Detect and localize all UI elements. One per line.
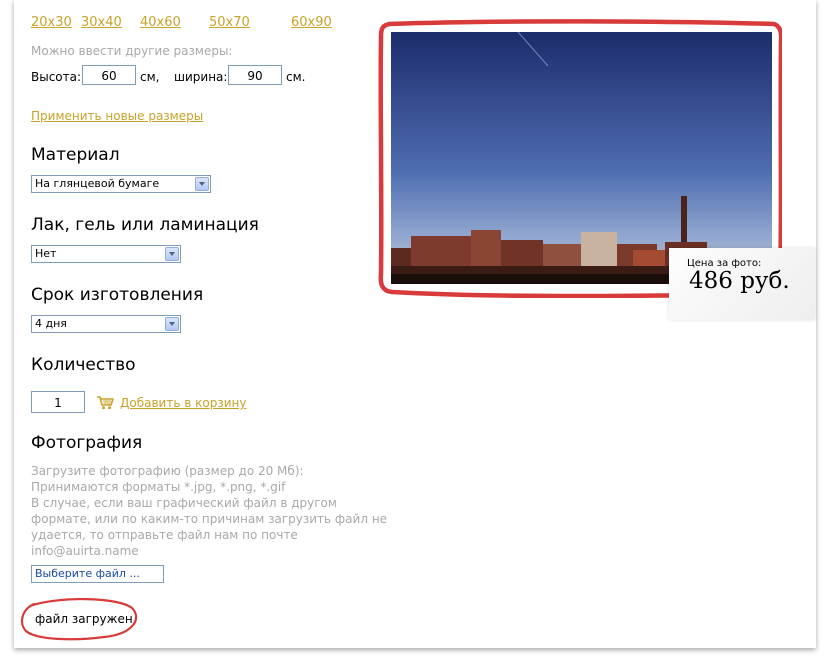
height-unit: см, — [140, 70, 160, 84]
chevron-down-icon — [195, 177, 209, 191]
height-input[interactable]: 60 — [82, 65, 136, 85]
choose-file-button[interactable]: Выберите файл ... — [31, 565, 164, 583]
photo-title: Фотография — [31, 433, 143, 453]
size-option-20x30[interactable]: 20x30 — [31, 15, 72, 30]
material-select-value: На глянцевой бумаге — [35, 177, 160, 190]
upload-info-line: Принимаются форматы *.jpg, *.png, *.gif — [31, 480, 286, 494]
width-unit: см. — [286, 70, 306, 84]
custom-size-hint: Можно ввести другие размеры: — [31, 44, 233, 58]
upload-info-line: В случае, если ваш графический файл в др… — [31, 496, 337, 510]
apply-sizes-link[interactable]: Применить новые размеры — [31, 109, 203, 123]
upload-status-text: файл загружен — [35, 612, 133, 626]
width-input[interactable]: 90 — [228, 65, 282, 85]
size-option-30x40[interactable]: 30x40 — [81, 15, 122, 30]
coating-select-value: Нет — [35, 247, 57, 260]
add-to-cart-link[interactable]: Добавить в корзину — [120, 396, 246, 410]
width-label: ширина: — [174, 70, 228, 84]
upload-info-line: удается, то отправьте файл нам по почте — [31, 528, 298, 542]
price-tag: Цена за фото: 486 руб. — [669, 248, 815, 320]
height-label: Высота: — [31, 70, 82, 84]
coating-title: Лак, гель или ламинация — [31, 215, 259, 235]
material-select[interactable]: На глянцевой бумаге — [31, 175, 211, 193]
deadline-select-value: 4 дня — [35, 317, 67, 330]
quantity-title: Количество — [31, 355, 136, 375]
material-title: Материал — [31, 145, 120, 165]
cart-icon[interactable] — [96, 395, 114, 410]
chevron-down-icon — [165, 317, 179, 331]
upload-instructions: Загрузите фотографию (размер до 20 Мб): … — [31, 463, 387, 559]
upload-info-line: формате, или по каким-то причинам загруз… — [31, 512, 388, 526]
quantity-input[interactable]: 1 — [31, 391, 85, 413]
size-option-50x70[interactable]: 50x70 — [209, 15, 250, 30]
size-option-60x90[interactable]: 60x90 — [291, 15, 332, 30]
upload-info-line: Загрузите фотографию (размер до 20 Мб): — [31, 464, 304, 478]
deadline-title: Срок изготовления — [31, 285, 204, 305]
deadline-select[interactable]: 4 дня — [31, 315, 181, 333]
upload-info-line: info@auirta.name — [31, 544, 139, 558]
chevron-down-icon — [165, 247, 179, 261]
price-value: 486 руб. — [689, 268, 790, 294]
coating-select[interactable]: Нет — [31, 245, 181, 263]
size-option-40x60[interactable]: 40x60 — [140, 15, 181, 30]
